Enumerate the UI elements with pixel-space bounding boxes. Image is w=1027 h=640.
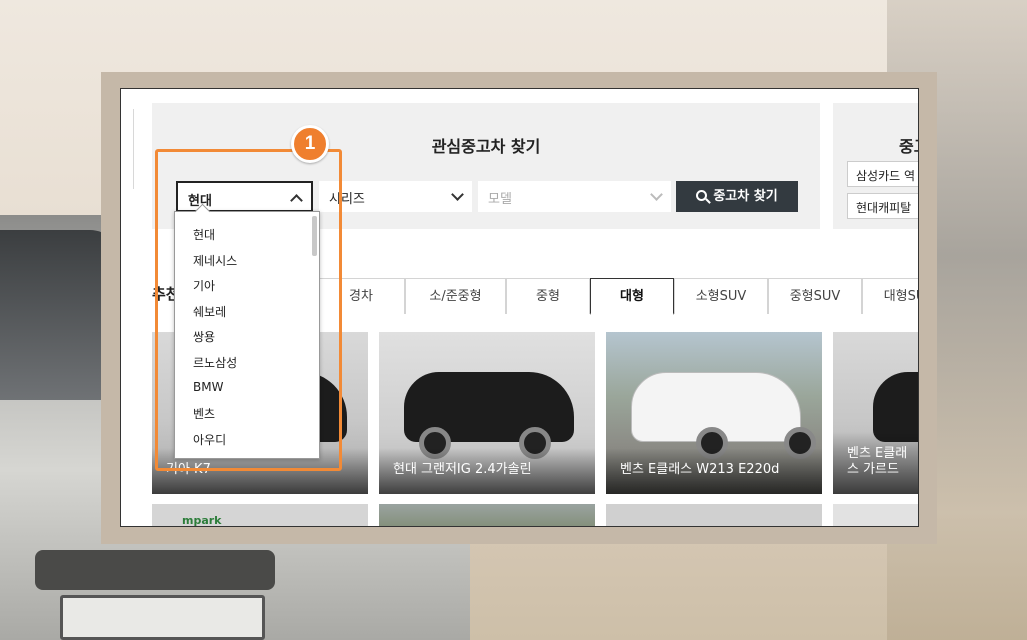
car-card-bottom[interactable]	[833, 504, 918, 526]
search-icon	[696, 190, 708, 201]
car-name: 벤츠 E클래스 가르드	[833, 432, 918, 494]
side-button-samsung-card[interactable]: 삼성카드 역	[847, 161, 918, 187]
tab-small-mid[interactable]: 소/준중형	[405, 278, 506, 314]
side-button-hyundai-capital[interactable]: 현대캐피탈	[847, 193, 918, 219]
tab-mid-suv[interactable]: 중형SUV	[768, 278, 862, 314]
category-tabs: 경차 소/준중형 중형 대형 소형SUV 중형SUV 대형SUV	[317, 278, 918, 315]
step-number-badge: 1	[291, 125, 329, 163]
background-car-plate	[60, 595, 265, 640]
tab-large-suv[interactable]: 대형SUV	[862, 278, 918, 314]
car-name: 현대 그랜저IG 2.4가솔린	[379, 448, 595, 494]
mpark-logo: mpark	[182, 514, 222, 527]
side-panel-title: 중고	[899, 137, 918, 156]
car-card-bottom[interactable]	[606, 504, 822, 526]
search-car-button[interactable]: 중고차 찾기	[676, 181, 798, 212]
car-card[interactable]: 현대 그랜저IG 2.4가솔린	[379, 332, 595, 494]
chevron-down-icon	[650, 188, 663, 201]
car-card-bottom[interactable]: mpark	[152, 504, 368, 527]
left-divider	[133, 109, 134, 189]
tab-small-suv[interactable]: 소형SUV	[674, 278, 768, 314]
background-car-grille	[35, 550, 275, 590]
search-button-label: 중고차 찾기	[713, 189, 778, 204]
model-select[interactable]: 모델	[478, 181, 671, 212]
car-card-bottom[interactable]	[379, 504, 595, 526]
car-card[interactable]: 벤츠 E클래스 가르드	[833, 332, 918, 494]
car-name: 벤츠 E클래스 W213 E220d	[606, 448, 822, 494]
car-card[interactable]: 벤츠 E클래스 W213 E220d	[606, 332, 822, 494]
model-select-placeholder: 모델	[488, 192, 512, 207]
tab-fullsize[interactable]: 대형	[590, 278, 674, 315]
tab-midsize[interactable]: 중형	[506, 278, 590, 314]
annotation-highlight-box	[155, 149, 342, 471]
side-panel: 중고 삼성카드 역 현대캐피탈	[833, 103, 918, 229]
chevron-down-icon	[451, 188, 464, 201]
